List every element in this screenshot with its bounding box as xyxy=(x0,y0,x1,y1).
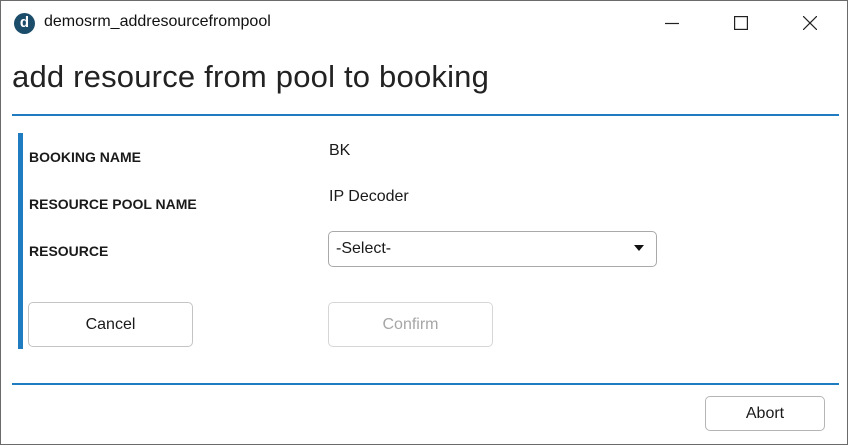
abort-button[interactable]: Abort xyxy=(705,396,825,431)
maximize-button[interactable] xyxy=(718,1,764,45)
minimize-button[interactable] xyxy=(649,1,695,45)
minimize-icon xyxy=(665,22,679,25)
bottom-divider xyxy=(12,383,839,385)
dialog-window: d demosrm_addresourcefrompool add resour… xyxy=(0,0,848,445)
resource-pool-name-label: RESOURCE POOL NAME xyxy=(29,196,197,212)
close-button[interactable] xyxy=(787,1,833,45)
app-logo-icon: d xyxy=(14,13,35,34)
resource-select-value: -Select- xyxy=(336,240,392,257)
top-divider xyxy=(12,114,839,116)
page-title: add resource from pool to booking xyxy=(12,59,490,94)
dropdown-arrow-icon xyxy=(634,245,644,251)
maximize-icon xyxy=(734,16,748,30)
confirm-button[interactable]: Confirm xyxy=(328,302,493,347)
title-bar[interactable]: d demosrm_addresourcefrompool xyxy=(1,1,847,45)
booking-name-label: BOOKING NAME xyxy=(29,149,141,165)
resource-select[interactable]: -Select- xyxy=(328,231,657,267)
resource-label: RESOURCE xyxy=(29,243,109,259)
cancel-button[interactable]: Cancel xyxy=(28,302,193,347)
resource-pool-name-value: IP Decoder xyxy=(329,188,409,205)
booking-name-value: BK xyxy=(329,142,351,159)
window-title: demosrm_addresourcefrompool xyxy=(44,13,271,30)
form-accent-bar xyxy=(18,133,23,349)
close-icon xyxy=(803,16,817,30)
